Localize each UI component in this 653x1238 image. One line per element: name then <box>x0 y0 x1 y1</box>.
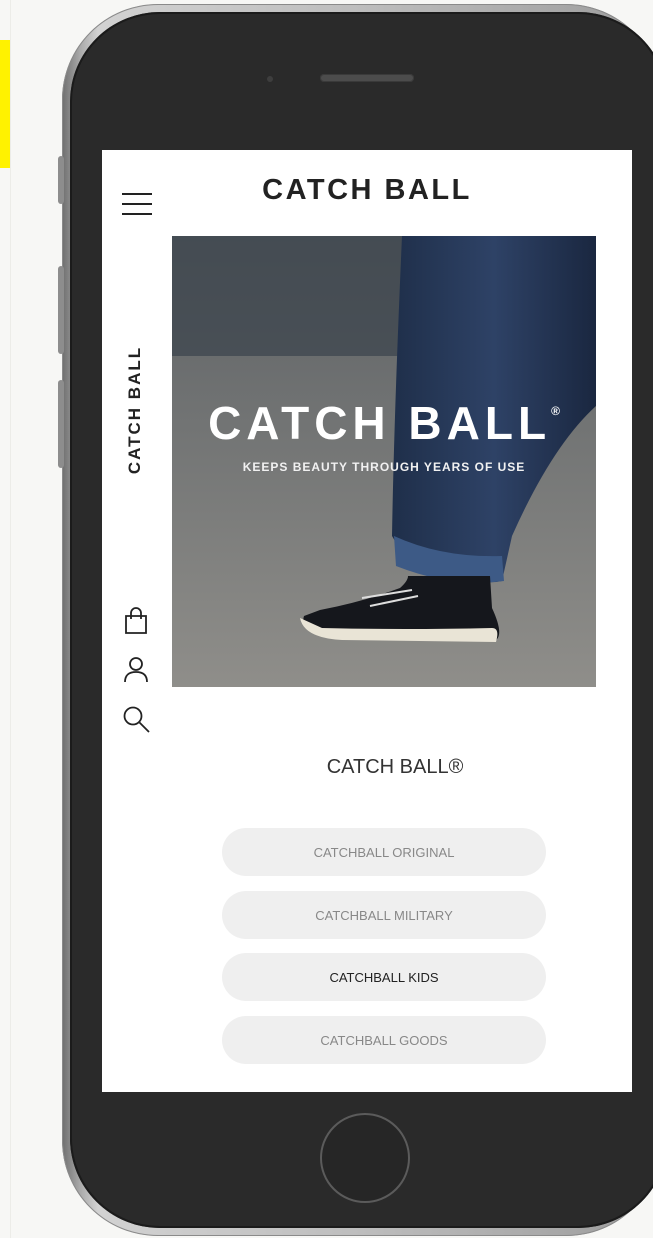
shopping-bag-icon[interactable] <box>122 607 150 635</box>
hero-title: CATCH BALL® <box>208 397 560 449</box>
phone-screen: CATCH BALL CATCH BALL CATCH BALL® KEEPS … <box>102 150 632 1092</box>
hero-banner[interactable]: CATCH BALL® KEEPS BEAUTY THROUGH YEARS O… <box>172 236 596 687</box>
phone-mute-switch <box>58 156 64 204</box>
phone-volume-up <box>58 266 64 354</box>
yellow-marker <box>0 40 10 168</box>
front-camera <box>267 76 273 82</box>
phone-volume-down <box>58 380 64 468</box>
category-goods-button[interactable]: CATCHBALL GOODS <box>222 1016 546 1064</box>
earpiece-speaker <box>320 74 414 82</box>
page-divider <box>10 0 11 1238</box>
vertical-brand-text: CATCH BALL <box>125 345 144 475</box>
category-military-button[interactable]: CATCHBALL MILITARY <box>222 891 546 939</box>
section-title: CATCH BALL® <box>326 756 464 778</box>
brand-logo[interactable]: CATCH BALL <box>102 174 632 207</box>
user-icon[interactable] <box>122 655 150 683</box>
search-icon[interactable] <box>122 705 150 733</box>
vertical-brand-label: CATCH BALL <box>122 330 148 490</box>
category-kids-button[interactable]: CATCHBALL KIDS <box>222 953 546 1001</box>
category-original-button[interactable]: CATCHBALL ORIGINAL <box>222 828 546 876</box>
hero-tagline: KEEPS BEAUTY THROUGH YEARS OF USE <box>242 460 526 474</box>
home-button[interactable] <box>320 1113 410 1203</box>
menu-icon[interactable] <box>122 193 152 215</box>
